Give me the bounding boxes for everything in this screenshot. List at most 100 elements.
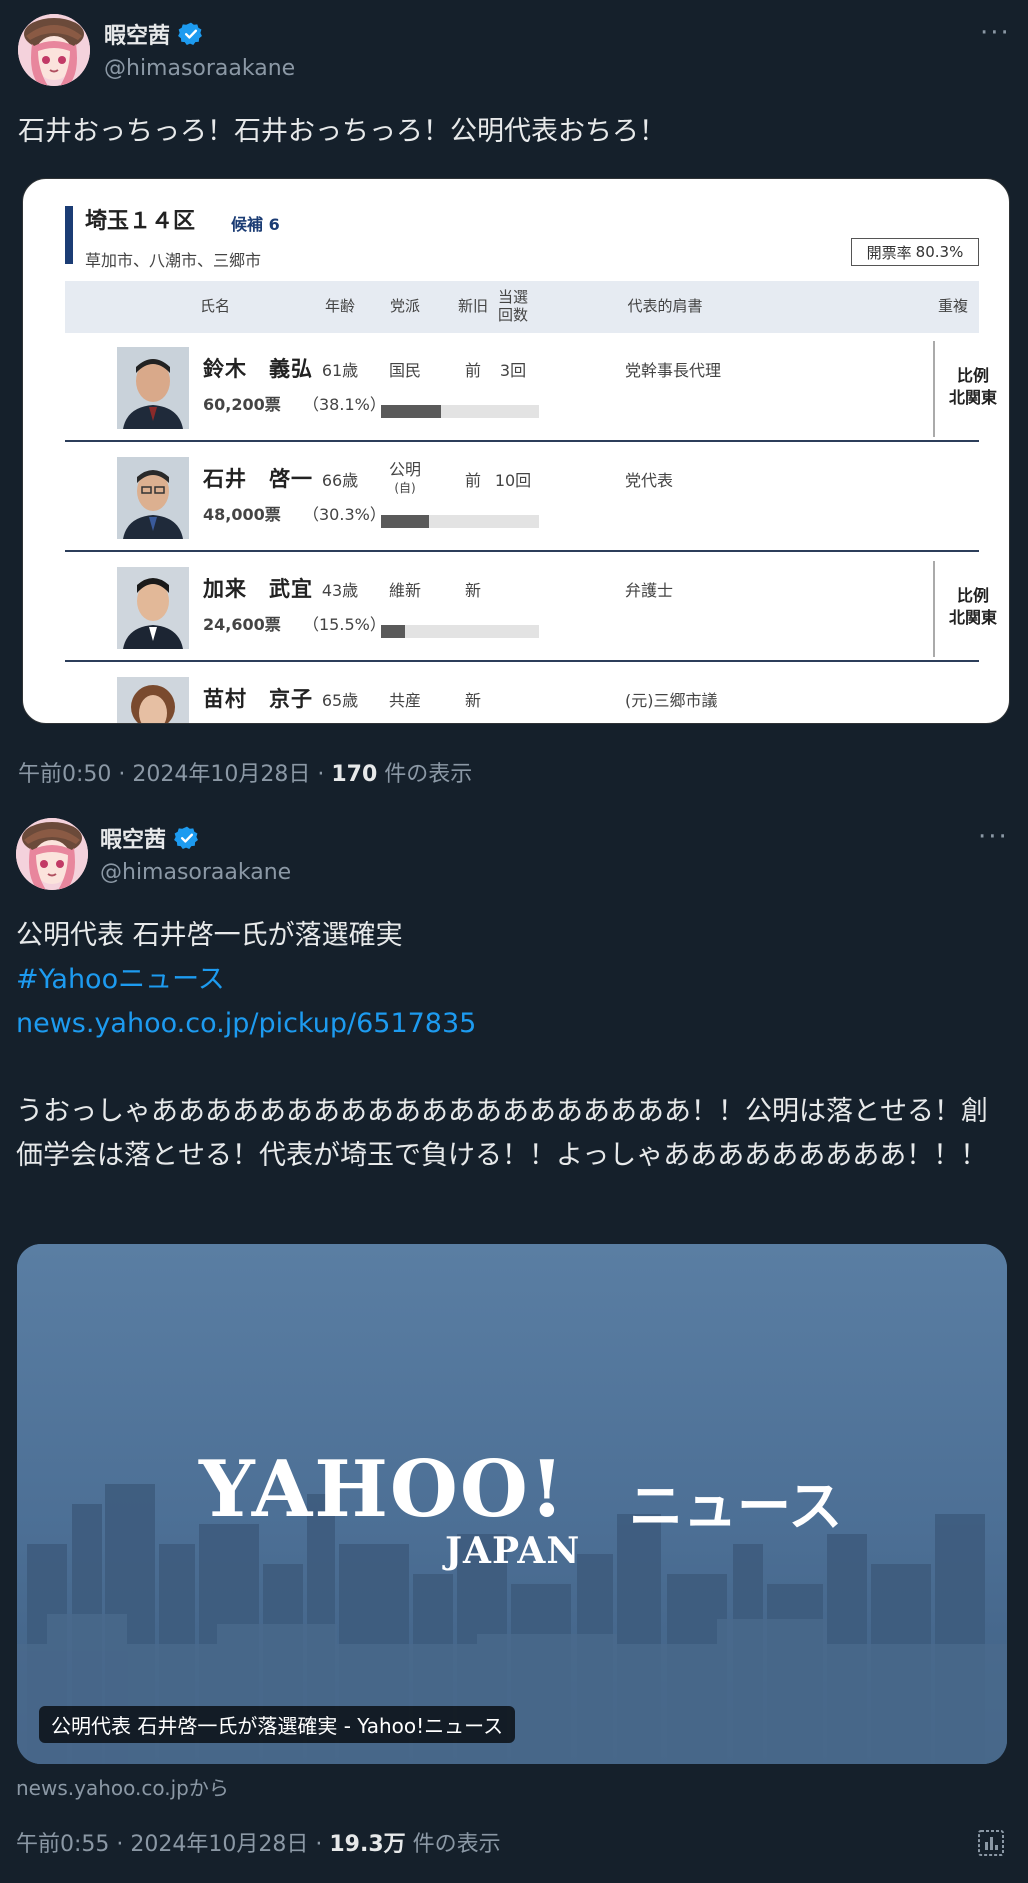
dup-line-1: 比例 <box>956 586 989 605</box>
header-wins-1: 当選 <box>497 288 528 306</box>
candidate-votes: 48,000票 <box>203 505 281 524</box>
dup-label: 比例 北関東 <box>943 365 1003 409</box>
display-name[interactable]: 暇空茜 <box>104 18 204 50</box>
link-card-title[interactable]: 公明代表 石井啓一氏が落選確実 - Yahoo!ニュース <box>39 1706 516 1743</box>
avatar[interactable] <box>16 818 88 890</box>
candidate-name: 苗村 京子 <box>203 687 313 711</box>
dup-line-2: 北関東 <box>948 608 997 627</box>
tweet-timestamp[interactable]: 午前0:50 · 2024年10月28日 · 170 件の表示 <box>18 756 472 788</box>
candidate-party: 維新 <box>388 581 421 600</box>
handle[interactable]: @himasoraakane <box>104 56 295 81</box>
district-cities: 草加市、八潮市、三郷市 <box>85 251 262 270</box>
candidate-title: 党代表 <box>625 471 674 490</box>
candidate-photo <box>117 347 189 429</box>
candidate-row: 苗村 京子 65歳 共産 新 (元)三郷市議 <box>65 663 979 723</box>
candidate-photo <box>117 677 189 723</box>
candidate-photo <box>117 567 189 649</box>
candidate-row: 鈴木 義弘 60,200票 （38.1%） 61歳 国民 前 3回 党幹事長代理… <box>65 333 997 442</box>
header-wins: 当選 回数 <box>483 288 543 324</box>
article-url-link[interactable]: news.yahoo.co.jp/pickup/6517835 <box>16 1002 1006 1046</box>
accent-bar <box>65 206 73 264</box>
more-options-icon[interactable]: ··· <box>978 824 1009 850</box>
verified-badge-icon <box>178 22 202 45</box>
more-options-icon[interactable]: ··· <box>980 20 1011 46</box>
candidate-votes: 24,600票 <box>203 615 281 634</box>
row-divider <box>65 550 979 552</box>
table-header: 氏名 年齢 党派 新旧 当選 回数 代表的肩書 重複 <box>65 281 979 333</box>
row-divider <box>65 660 979 662</box>
hashtag-link[interactable]: #Yahooニュース <box>16 958 1006 1002</box>
tweet-text: 公明代表 石井啓一氏が落選確実 #Yahooニュース news.yahoo.co… <box>16 914 1006 1178</box>
yahoo-japan-text: JAPAN <box>445 1530 581 1572</box>
vote-bar <box>381 405 539 418</box>
row-divider <box>65 440 979 442</box>
vote-bar <box>381 515 539 528</box>
vote-bar-fill <box>381 405 442 418</box>
tweet-text: 石井おっちっろ！石井おっちっろ！公明代表おちろ！ <box>18 116 666 147</box>
candidate-party: 共産 <box>388 691 421 710</box>
count-rate-value: 80.3% <box>915 243 964 261</box>
avatar[interactable] <box>18 14 90 86</box>
header-name: 氏名 <box>199 297 230 315</box>
candidate-photo <box>117 457 189 539</box>
candidate-status: 新 <box>464 581 481 600</box>
candidate-age: 65歳 <box>321 691 359 710</box>
analytics-icon[interactable] <box>976 1828 1006 1858</box>
link-preview-card[interactable]: YAHOO! ニュース JAPAN 公明代表 石井啓一氏が落選確実 - Yaho… <box>17 1244 1007 1764</box>
candidate-votes: 60,200票 <box>203 395 281 414</box>
tweet-timestamp[interactable]: 午前0:55 · 2024年10月28日 · 19.3万 件の表示 <box>16 1826 501 1858</box>
candidate-count: 候補 6 <box>231 215 280 234</box>
header-title: 代表的肩書 <box>627 297 703 315</box>
handle[interactable]: @himasoraakane <box>100 860 291 885</box>
vote-bar <box>381 625 539 638</box>
candidate-status: 新 <box>464 691 481 710</box>
vote-bar-fill <box>381 515 429 528</box>
yahoo-news-text: ニュース <box>629 1475 843 1538</box>
count-rate-label: 開票率 <box>866 243 912 262</box>
candidate-name: 加来 武宜 <box>203 577 313 601</box>
tweet-2: 暇空茜 @himasoraakane ··· 公明代表 石井啓一氏が落選確実 #… <box>0 800 1028 1883</box>
candidate-age: 66歳 <box>321 471 359 490</box>
view-count: 170 <box>331 762 378 787</box>
district-title: 埼玉１４区 <box>85 209 196 234</box>
display-name[interactable]: 暇空茜 <box>100 822 200 854</box>
candidate-title: (元)三郷市議 <box>625 691 718 710</box>
candidate-name: 石井 啓一 <box>203 467 313 491</box>
verified-badge-icon <box>174 826 198 849</box>
view-count: 19.3万 <box>329 1832 406 1857</box>
candidate-title: 弁護士 <box>625 581 674 600</box>
header-wins-2: 回数 <box>497 306 528 324</box>
candidate-pct: （38.1%） <box>303 395 386 414</box>
candidate-pct: （15.5%） <box>303 615 386 634</box>
party-name: 公明 <box>388 460 421 479</box>
view-label: 件の表示 <box>405 1832 501 1857</box>
party-support: (自) <box>394 481 416 495</box>
tweet-body: うおっしゃああああああああああああああああああああ！！公明は落とせる！創価学会は… <box>16 1096 988 1171</box>
timestamp-text[interactable]: 午前0:55 · 2024年10月28日 · <box>16 1832 329 1857</box>
yahoo-logo-text: YAHOO! <box>199 1444 567 1535</box>
header-party: 党派 <box>389 297 420 315</box>
tweet-1: 暇空茜 @himasoraakane ··· 石井おっちっろ！石井おっちっろ！公… <box>0 0 1028 800</box>
candidate-row: 加来 武宜 24,600票 （15.5%） 43歳 維新 新 弁護士 比例 北関… <box>65 553 997 662</box>
candidate-party: 公明 (自) <box>375 461 435 497</box>
dup-label: 比例 北関東 <box>943 585 1003 629</box>
headline-line: 公明代表 石井啓一氏が落選確実 <box>16 920 403 951</box>
count-rate-box: 開票率 80.3% <box>851 238 979 266</box>
candidate-party: 国民 <box>388 361 421 380</box>
candidate-wins: 3回 <box>499 361 527 380</box>
dup-divider <box>933 561 935 657</box>
candidate-wins: 10回 <box>494 471 532 490</box>
candidate-age: 61歳 <box>321 361 359 380</box>
link-source[interactable]: news.yahoo.co.jpから <box>16 1772 229 1801</box>
timestamp-text[interactable]: 午前0:50 · 2024年10月28日 · <box>18 762 331 787</box>
candidate-title: 党幹事長代理 <box>625 361 722 380</box>
candidate-name: 鈴木 義弘 <box>203 357 313 381</box>
view-label: 件の表示 <box>377 762 473 787</box>
dup-line-2: 北関東 <box>948 388 997 407</box>
candidate-row: 石井 啓一 48,000票 （30.3%） 66歳 公明 (自) 前 10回 党… <box>65 443 979 552</box>
vote-bar-fill <box>381 625 406 638</box>
header-age: 年齢 <box>324 297 355 315</box>
dup-line-1: 比例 <box>956 366 989 385</box>
election-result-image[interactable]: 埼玉１４区 候補 6 草加市、八潮市、三郷市 開票率 80.3% 氏名 年齢 党… <box>22 178 1010 724</box>
